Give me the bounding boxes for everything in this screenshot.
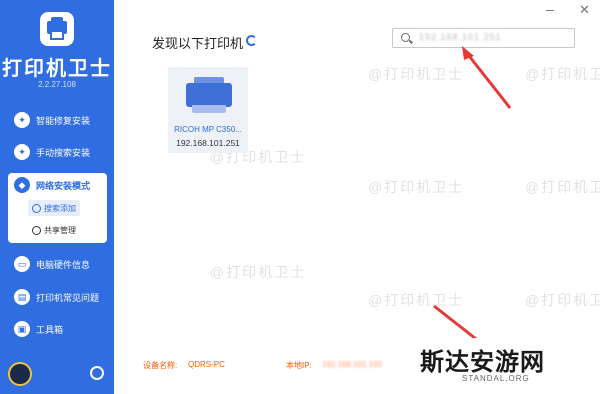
watermark: @打印机卫士 bbox=[525, 179, 600, 195]
page-title: 发现以下打印机 bbox=[152, 36, 244, 51]
sidebar-item-label: 智能修复安装 bbox=[36, 115, 91, 126]
sidebar-item-toolbox[interactable]: ▣ 工具箱 bbox=[0, 316, 114, 342]
wrench-icon: ✦ bbox=[14, 112, 30, 128]
watermark: @打印机卫士 bbox=[525, 66, 600, 82]
gear-icon[interactable] bbox=[90, 366, 104, 380]
cloud-icon bbox=[32, 225, 41, 235]
minimize-button[interactable] bbox=[546, 10, 554, 11]
refresh-icon[interactable] bbox=[246, 35, 257, 46]
local-ip-value: 192.168.101.100 bbox=[322, 360, 383, 369]
arrow-to-search bbox=[464, 51, 512, 109]
subitem-search-add[interactable]: 搜索添加 bbox=[28, 200, 80, 216]
sidebar-item-network-install[interactable]: ◆ 网络安装模式 bbox=[8, 173, 107, 197]
site-badge: 斯达安游网 STANDAL.ORG bbox=[414, 338, 564, 388]
subitem-share-manage[interactable]: 共享管理 bbox=[28, 222, 80, 238]
arrow-head bbox=[462, 46, 474, 60]
sidebar-item-manual-search[interactable]: ✦ 手动搜索安装 bbox=[0, 139, 114, 165]
close-icon[interactable]: ✕ bbox=[579, 3, 590, 16]
toolbox-icon: ▣ bbox=[14, 321, 30, 337]
device-name-label: 设备名称: bbox=[143, 361, 178, 370]
wrench-icon: ✦ bbox=[14, 144, 30, 160]
app-logo bbox=[40, 12, 74, 46]
watermark: @打印机卫士 bbox=[368, 292, 465, 308]
avatar[interactable] bbox=[8, 362, 32, 386]
subitem-label: 共享管理 bbox=[44, 225, 76, 235]
sidebar-item-label: 手动搜索安装 bbox=[36, 147, 91, 158]
sidebar-item-hardware-info[interactable]: ▭ 电脑硬件信息 bbox=[0, 251, 114, 277]
watermark: @打印机卫士 bbox=[525, 292, 600, 308]
site-badge-url: STANDAL.ORG bbox=[462, 374, 530, 383]
sidebar-item-label: 工具箱 bbox=[36, 324, 64, 335]
watermark: @打印机卫士 bbox=[210, 264, 307, 280]
printer-icon: ▤ bbox=[14, 289, 30, 305]
sidebar-item-label: 电脑硬件信息 bbox=[36, 259, 91, 270]
printer-ip: 192.168.101.251 bbox=[176, 138, 240, 148]
sidebar-item-label: 打印机常见问题 bbox=[36, 292, 100, 303]
app-version: 2.2.27.108 bbox=[38, 80, 76, 89]
search-add-icon bbox=[32, 203, 41, 213]
device-name-value: QDRS-PC bbox=[188, 360, 225, 369]
local-ip-label: 本地IP: bbox=[286, 361, 312, 370]
sidebar-item-smart-repair[interactable]: ✦ 智能修复安装 bbox=[0, 107, 114, 133]
watermark: @打印机卫士 bbox=[368, 179, 465, 195]
network-icon: ◆ bbox=[14, 177, 30, 193]
printer-name: RICOH MP C350... bbox=[174, 125, 242, 134]
search-input[interactable]: 192.168.101.251 bbox=[392, 28, 575, 48]
monitor-icon: ▭ bbox=[14, 256, 30, 272]
app-title: 打印机卫士 bbox=[2, 58, 112, 80]
sidebar-item-label: 网络安装模式 bbox=[36, 180, 91, 191]
subitem-label: 搜索添加 bbox=[44, 203, 76, 213]
site-badge-title: 斯达安游网 bbox=[420, 347, 545, 376]
watermark: @打印机卫士 bbox=[368, 66, 465, 82]
search-icon bbox=[401, 33, 410, 42]
search-value: 192.168.101.251 bbox=[419, 32, 502, 42]
sidebar-item-faq[interactable]: ▤ 打印机常见问题 bbox=[0, 284, 114, 310]
